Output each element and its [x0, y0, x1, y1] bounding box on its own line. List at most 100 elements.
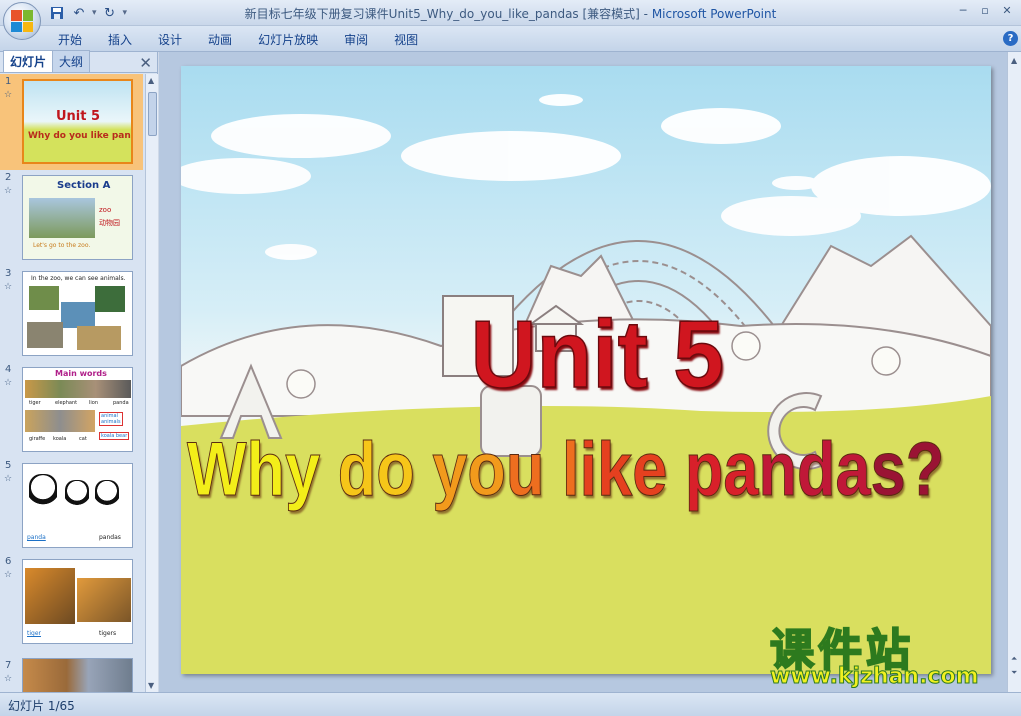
tab-slides[interactable]: 幻灯片 [3, 50, 54, 72]
slide-number: 3 [5, 268, 12, 279]
slide-thumb-image: In the zoo, we can see animals. [22, 271, 133, 356]
slide-subtitle[interactable]: Why do you like pandas? [187, 426, 945, 513]
thumb-subtitle: Why do you like pandas? [28, 131, 131, 141]
subtitle-letter [320, 427, 338, 512]
current-slide[interactable]: Unit 5 Why do you like pandas? [181, 66, 991, 674]
thumb-caption: Let's go to the zoo. [33, 242, 91, 249]
subtitle-letter: k [597, 427, 633, 513]
tab-view[interactable]: 视图 [394, 31, 418, 48]
subtitle-letter: n [758, 427, 798, 513]
subtitle-letter: e [632, 427, 668, 513]
thumb-word: panda [27, 534, 46, 541]
window-controls: ─ ▫ ✕ [953, 3, 1017, 19]
close-pane-icon[interactable]: ✕ [139, 54, 152, 72]
animal-photo [61, 302, 95, 328]
slide-thumbnail-5[interactable]: 5 ☆ panda pandas [0, 458, 143, 554]
thumb-word-cn: 动物园 [99, 219, 120, 227]
subtitle-letter: a [723, 427, 759, 513]
subtitle-letter: h [246, 427, 286, 513]
window-title: 新目标七年级下册复习课件Unit5_Why_do_you_like_pandas… [0, 5, 1021, 22]
slides-pane: 幻灯片 大纲 ✕ 1 ☆ Unit 5 Why do you like pand… [0, 50, 158, 692]
document-title: 新目标七年级下册复习课件Unit5_Why_do_you_like_pandas… [244, 7, 640, 21]
transition-star-icon: ☆ [4, 674, 13, 684]
thumb-word: koala [53, 436, 67, 442]
slide-number: 2 [5, 172, 12, 183]
tab-animations[interactable]: 动画 [208, 31, 232, 48]
office-button[interactable] [3, 2, 41, 40]
slide-editor: Unit 5 Why do you like pandas? [159, 52, 1007, 692]
ribbon: 开始 插入 设计 动画 幻灯片放映 审阅 视图 ? [0, 26, 1021, 52]
office-logo-icon [11, 10, 33, 32]
animal-strip [25, 410, 95, 432]
slide-thumbnail-2[interactable]: 2 ☆ Section A zoo 动物园 Let's go to the zo… [0, 170, 143, 266]
slide-number: 7 [5, 660, 12, 671]
scroll-up-icon[interactable]: ▲ [148, 76, 154, 85]
transition-star-icon: ☆ [4, 474, 13, 484]
previous-slide-icon[interactable]: ⏶ [1011, 654, 1017, 664]
slide-thumb-image: panda pandas [22, 463, 133, 548]
transition-star-icon: ☆ [4, 186, 13, 196]
tab-review[interactable]: 审阅 [344, 31, 368, 48]
subtitle-letter: p [684, 427, 724, 513]
slide-thumbnail-6[interactable]: 6 ☆ tiger tigers [0, 554, 143, 650]
tab-home[interactable]: 开始 [58, 31, 82, 48]
thumb-title: Section A [57, 180, 111, 191]
thumb-title: Unit 5 [56, 109, 101, 124]
thumb-word: zoo [99, 206, 112, 214]
tiger-photo [77, 578, 131, 622]
app-name: Microsoft PowerPoint [651, 7, 777, 21]
status-bar: 幻灯片 1/65 [0, 692, 1021, 716]
thumbnail-scrollbar[interactable]: ▲ ▼ [145, 74, 158, 692]
tab-outline[interactable]: 大纲 [52, 50, 91, 72]
tab-insert[interactable]: 插入 [108, 31, 132, 48]
subtitle-letter: y [285, 427, 321, 513]
slide-number: 1 [5, 76, 12, 87]
slide-thumbnail-4[interactable]: 4 ☆ Main words tiger elephant lion panda… [0, 362, 143, 458]
thumb-note: animal animals [99, 412, 123, 426]
subtitle-letter: i [579, 427, 598, 513]
thumb-word: panda [113, 400, 129, 406]
panda-image [29, 474, 57, 518]
thumb-title: Main words [55, 369, 107, 378]
panda-image [65, 480, 89, 516]
title-bar: ↶ ▾ ↻ ▾ 新目标七年级下册复习课件Unit5_Why_do_you_lik… [0, 0, 1021, 26]
thumb-word: giraffe [29, 436, 46, 442]
pane-tabs: 幻灯片 大纲 ✕ [0, 50, 157, 73]
minimize-icon[interactable]: ─ [953, 3, 973, 19]
slide-thumb-image: Main words tiger elephant lion panda ani… [22, 367, 133, 452]
help-icon[interactable]: ? [1003, 31, 1018, 46]
thumb-word: tiger [29, 400, 41, 406]
thumb-word: tiger [27, 630, 41, 637]
animal-photo [95, 286, 125, 312]
slide-thumbnails: 1 ☆ Unit 5 Why do you like pandas? 2 ☆ S… [0, 74, 143, 692]
scroll-up-icon[interactable]: ▲ [1011, 56, 1017, 65]
subtitle-letter: s [870, 427, 906, 513]
transition-star-icon: ☆ [4, 282, 13, 292]
subtitle-letter: ? [905, 427, 945, 513]
thumb-word: pandas [99, 534, 121, 541]
subtitle-text: Why do you like pandas? [187, 427, 945, 513]
thumb-word: lion [89, 400, 99, 406]
scroll-thumb[interactable] [148, 92, 157, 136]
slide-number: 6 [5, 556, 12, 567]
transition-star-icon: ☆ [4, 90, 13, 100]
restore-icon[interactable]: ▫ [975, 3, 995, 19]
subtitle-letter: a [835, 427, 871, 513]
next-slide-icon[interactable]: ⏷ [1011, 668, 1017, 678]
slide-thumbnail-3[interactable]: 3 ☆ In the zoo, we can see animals. [0, 266, 143, 362]
note-word: animals [101, 419, 121, 425]
subtitle-letter: d [337, 427, 377, 513]
slide-scrollbar[interactable]: ▲ ⏶ ⏷ [1007, 52, 1021, 692]
transition-star-icon: ☆ [4, 570, 13, 580]
slide-title[interactable]: Unit 5 [470, 300, 725, 410]
slide-thumbnail-1[interactable]: 1 ☆ Unit 5 Why do you like pandas? [0, 74, 143, 170]
subtitle-letter: o [467, 427, 506, 513]
scroll-down-icon[interactable]: ▼ [148, 681, 154, 690]
tiger-photo [25, 568, 75, 624]
tab-design[interactable]: 设计 [158, 31, 182, 48]
animal-strip [25, 380, 131, 398]
tab-slideshow[interactable]: 幻灯片放映 [258, 31, 318, 48]
close-icon[interactable]: ✕ [997, 3, 1017, 19]
animal-photo [77, 326, 121, 350]
slide-thumbnail-7[interactable]: 7 ☆ [0, 650, 143, 692]
